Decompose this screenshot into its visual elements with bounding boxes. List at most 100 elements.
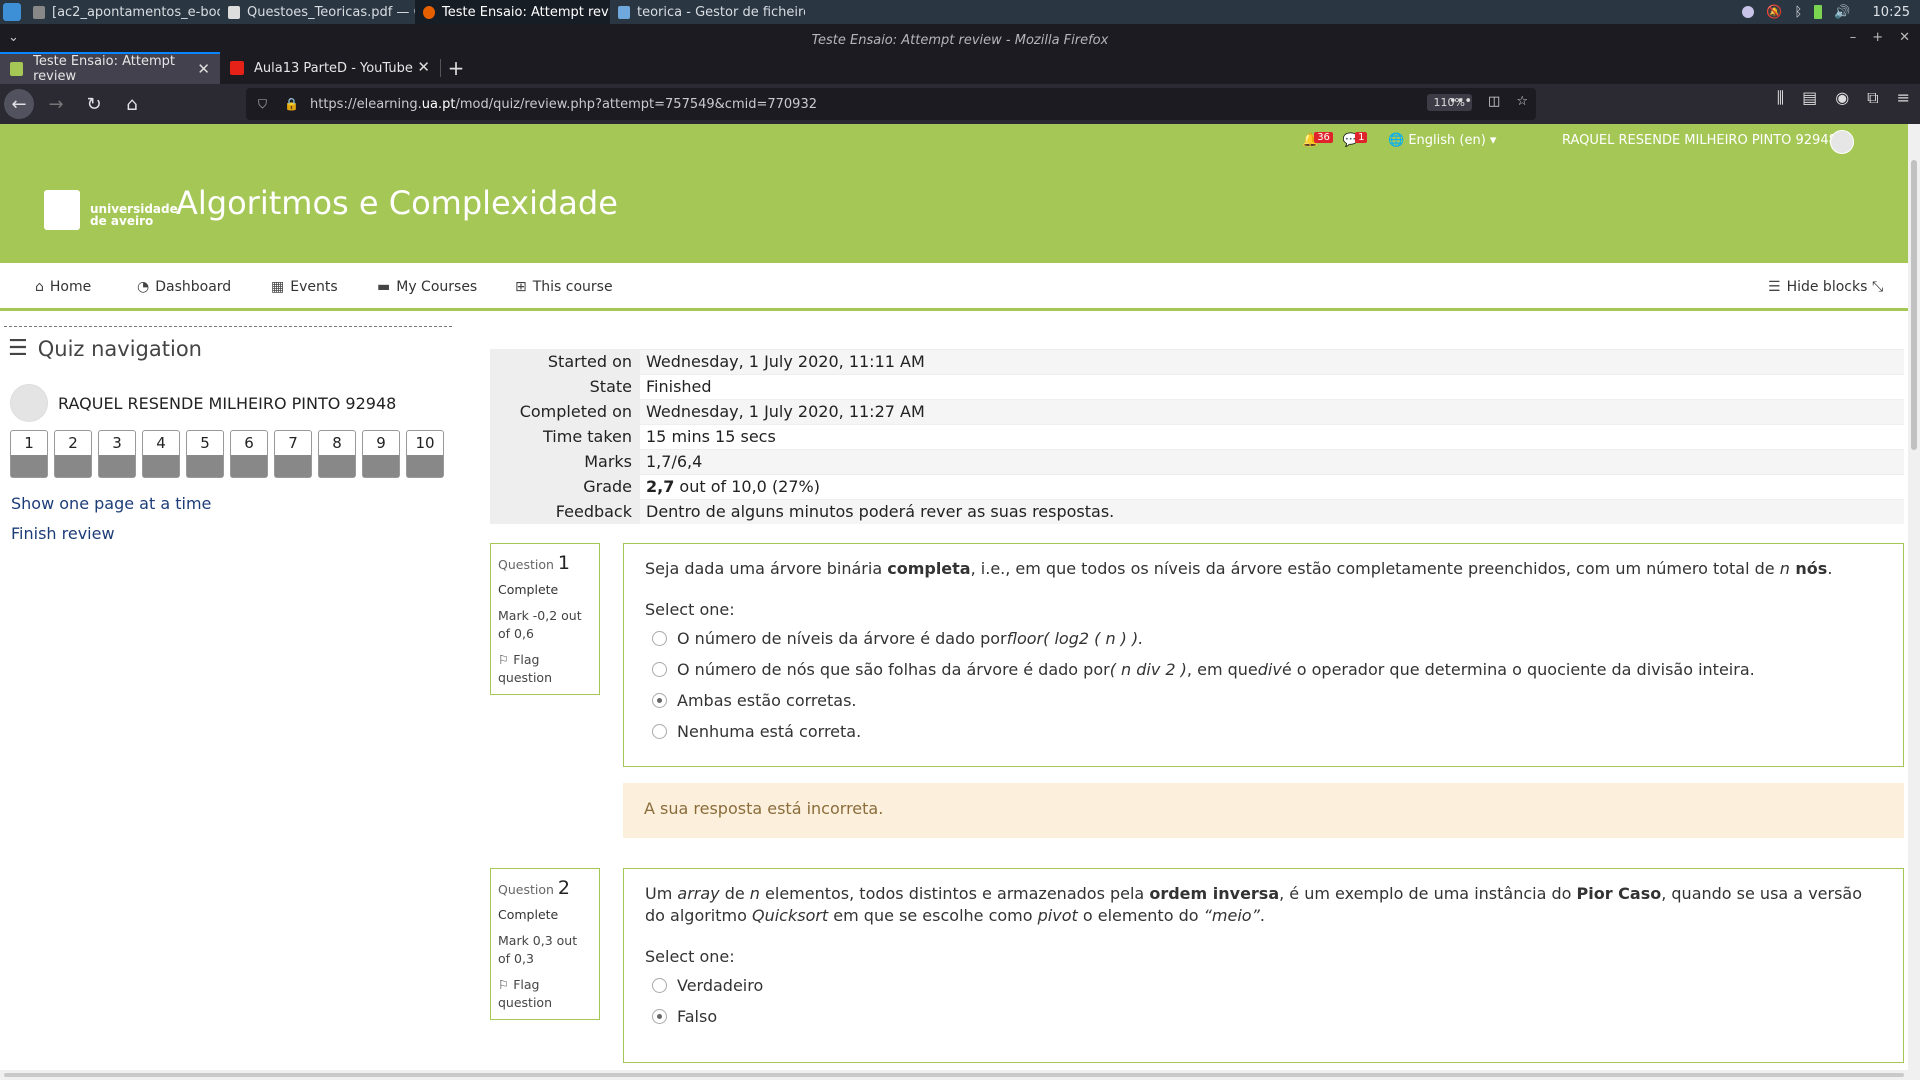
minimize-icon[interactable]: – xyxy=(1850,30,1857,45)
question-nav-button[interactable]: 5 xyxy=(186,430,224,478)
scrollbar-thumb[interactable] xyxy=(1911,160,1917,450)
tab-youtube[interactable]: Aula13 ParteD - YouTube ✕ xyxy=(220,52,440,84)
new-tab-button[interactable]: + xyxy=(441,52,471,84)
library-icon[interactable]: ⫼ xyxy=(1777,88,1784,108)
answer-option[interactable]: O número de níveis da árvore é dado por … xyxy=(645,627,1882,650)
taskbar-task-pdf-ebook[interactable]: [ac2_apontamentos_e-book... xyxy=(25,0,220,24)
answer-option[interactable]: Verdadeiro xyxy=(645,974,1882,997)
vertical-scrollbar[interactable] xyxy=(1908,124,1920,1070)
nav-events[interactable]: ▦ Events xyxy=(271,279,338,295)
language-menu[interactable]: 🌐 English (en) ▾ xyxy=(1388,133,1496,148)
moodle-favicon-icon xyxy=(10,62,24,76)
answer-option[interactable]: O número de nós que são folhas da árvore… xyxy=(645,658,1882,681)
question-nav-button[interactable]: 7 xyxy=(274,430,312,478)
sidebar-icon[interactable]: ▤ xyxy=(1802,88,1817,108)
lock-icon[interactable]: 🔒 xyxy=(284,97,299,111)
user-menu[interactable]: RAQUEL RESENDE MILHEIRO PINTO 92948 xyxy=(1562,133,1837,148)
finish-review-link[interactable]: Finish review xyxy=(11,524,115,543)
tab-attempt-review[interactable]: Teste Ensaio: Attempt review ✕ xyxy=(0,52,220,84)
radio-button-selected[interactable] xyxy=(652,693,667,708)
radio-button[interactable] xyxy=(652,631,667,646)
attempt-summary-table: Started on Wednesday, 1 July 2020, 11:11 … xyxy=(490,349,1904,524)
window-title: Teste Ensaio: Attempt review - Mozilla F… xyxy=(811,32,1109,48)
flag-question-button[interactable]: ⚐ Flag question xyxy=(498,651,592,687)
browser-tabstrip: Teste Ensaio: Attempt review ✕ Aula13 Pa… xyxy=(0,50,1920,84)
url-text[interactable]: https://elearning.ua.pt/mod/quiz/review.… xyxy=(310,97,817,112)
taskbar-task-firefox[interactable]: Teste Ensaio: Attempt revie... xyxy=(415,0,610,24)
account-icon[interactable]: ◉ xyxy=(1835,88,1849,108)
window-menu-chevron-icon[interactable]: ⌄ xyxy=(8,30,19,45)
hide-blocks-button[interactable]: ☰ Hide blocks xyxy=(1768,279,1867,295)
radio-button[interactable] xyxy=(652,978,667,993)
question-2-content: Um array de n elementos, todos distintos… xyxy=(623,868,1904,1063)
nav-my-courses[interactable]: ▬ My Courses xyxy=(377,279,477,295)
question-buttons: 1 2 3 4 5 6 7 8 9 10 xyxy=(10,430,444,478)
youtube-favicon-icon xyxy=(230,61,244,75)
horizontal-scrollbar[interactable] xyxy=(0,1070,1920,1080)
nav-this-course[interactable]: ⊞ This course xyxy=(515,279,613,295)
start-menu-icon[interactable] xyxy=(3,3,21,21)
question-nav-button[interactable]: 6 xyxy=(230,430,268,478)
question-grade: Mark 0,3 out of 0,3 xyxy=(498,933,578,966)
course-title[interactable]: Algoritmos e Complexidade xyxy=(176,184,618,222)
battery-icon[interactable] xyxy=(1814,5,1823,19)
list-icon: ☰ xyxy=(1768,279,1781,295)
volume-icon[interactable]: 🔊 xyxy=(1834,5,1850,20)
answer-option[interactable]: Nenhuma está correta. xyxy=(645,720,1882,743)
avatar[interactable] xyxy=(10,384,48,422)
select-prompt: Select one: xyxy=(645,600,735,619)
question-text: Um array de n elementos, todos distintos… xyxy=(645,884,1863,925)
question-nav-button[interactable]: 8 xyxy=(318,430,356,478)
radio-button[interactable] xyxy=(652,724,667,739)
question-nav-button[interactable]: 3 xyxy=(98,430,136,478)
globe-icon: 🌐 xyxy=(1388,133,1405,148)
back-button[interactable]: ← xyxy=(4,89,34,119)
close-window-icon[interactable]: ✕ xyxy=(1899,30,1910,45)
answer-option[interactable]: Ambas estão corretas. xyxy=(645,689,1882,712)
question-nav-button[interactable]: 9 xyxy=(362,430,400,478)
browser-toolbar: ← → ↻ ⌂ ⛉ 🔒 https://elearning.ua.pt/mod/… xyxy=(0,84,1920,124)
question-1-content: Seja dada uma árvore binária completa, i… xyxy=(623,543,1904,767)
pocket-icon[interactable]: ◫ xyxy=(1488,94,1500,109)
question-nav-button[interactable]: 2 xyxy=(54,430,92,478)
forward-button[interactable]: → xyxy=(40,88,72,120)
menu-icon[interactable]: ☰ xyxy=(8,336,28,361)
message-count-badge: 1 xyxy=(1355,132,1368,143)
app-menu-icon[interactable]: ≡ xyxy=(1897,88,1910,108)
answer-option[interactable]: Falso xyxy=(645,1005,1882,1028)
radio-button[interactable] xyxy=(652,662,667,677)
show-one-page-link[interactable]: Show one page at a time xyxy=(11,494,211,513)
taskbar-task-file-manager[interactable]: teorica - Gestor de ficheiros xyxy=(610,0,805,24)
course-navbar: ⌂ Home ◔ Dashboard ▦ Events ▬ My Courses ⊞ Th… xyxy=(0,264,1908,311)
question-nav-button[interactable]: 10 xyxy=(406,430,444,478)
notifications-button[interactable]: 🔔 36 💬 1 xyxy=(1302,132,1368,148)
nav-dashboard[interactable]: ◔ Dashboard xyxy=(137,279,231,295)
firefox-icon xyxy=(423,5,435,19)
document-icon xyxy=(228,5,240,19)
close-tab-icon[interactable]: ✕ xyxy=(197,60,210,78)
scrollbar-thumb[interactable] xyxy=(4,1073,1904,1077)
question-nav-button[interactable]: 1 xyxy=(10,430,48,478)
tracking-shield-icon[interactable]: ⛉ xyxy=(258,97,272,111)
home-button[interactable]: ⌂ xyxy=(116,88,148,120)
radio-button-selected[interactable] xyxy=(652,1009,667,1024)
user-avatar[interactable] xyxy=(1830,130,1854,154)
taskbar-task-pdf-questoes[interactable]: Questoes_Teoricas.pdf — Q... xyxy=(220,0,415,24)
fullscreen-collapse-icon[interactable]: ⤡ xyxy=(1872,279,1883,295)
maximize-icon[interactable]: + xyxy=(1872,30,1883,45)
flag-question-button[interactable]: ⚐ Flag question xyxy=(498,976,592,1012)
university-logo-icon[interactable] xyxy=(44,190,80,230)
question-nav-button[interactable]: 4 xyxy=(142,430,180,478)
bookmark-star-icon[interactable]: ☆ xyxy=(1516,94,1528,109)
clock[interactable]: 10:25 xyxy=(1873,5,1910,20)
url-bar[interactable]: ⛉ 🔒 https://elearning.ua.pt/mod/quiz/rev… xyxy=(246,88,1536,120)
extensions-icon[interactable]: ⧉ xyxy=(1867,88,1878,108)
table-row: Grade 2,7 out of 10,0 (27%) xyxy=(490,474,1904,499)
nav-home[interactable]: ⌂ Home xyxy=(35,279,91,295)
notifications-muted-icon[interactable]: 🔕 xyxy=(1766,5,1782,20)
reload-button[interactable]: ↻ xyxy=(78,88,110,120)
bluetooth-icon[interactable]: ᛒ xyxy=(1795,5,1803,20)
close-tab-icon[interactable]: ✕ xyxy=(417,58,430,76)
tray-status-icon[interactable] xyxy=(1742,6,1755,18)
page-actions-icon[interactable]: ••• xyxy=(1449,94,1472,109)
